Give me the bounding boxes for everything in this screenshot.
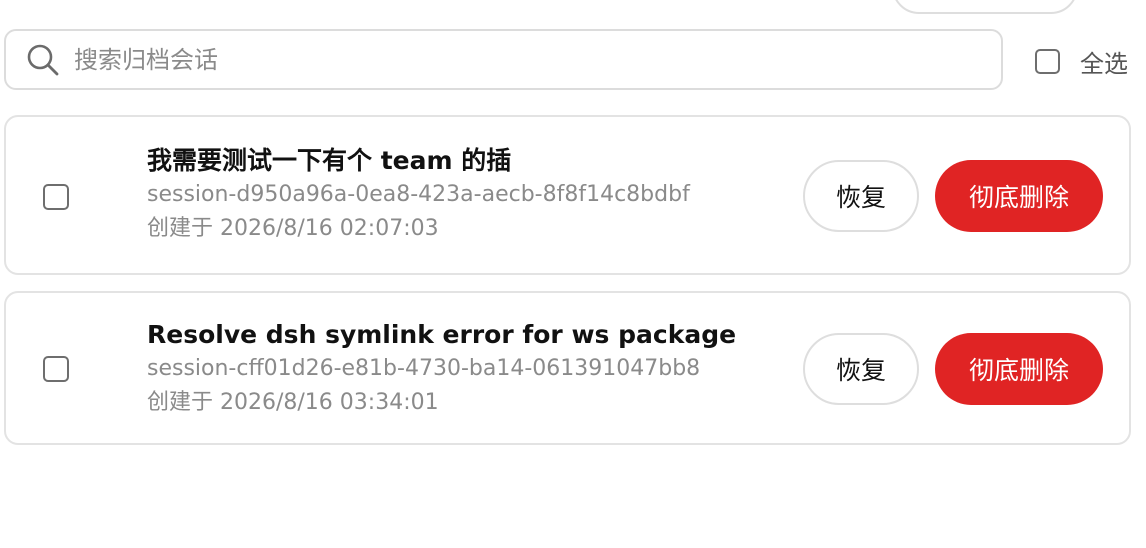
session-title: Resolve dsh symlink error for ws package	[147, 320, 737, 349]
search-input[interactable]	[74, 45, 954, 74]
session-checkbox[interactable]	[43, 184, 69, 210]
search-bar[interactable]	[4, 29, 1003, 90]
delete-permanently-button[interactable]: 彻底删除	[935, 333, 1103, 405]
select-all-checkbox[interactable]	[1035, 49, 1060, 74]
search-icon	[26, 43, 60, 77]
session-info: Resolve dsh symlink error for ws package…	[147, 318, 736, 420]
session-id: session-cff01d26-e81b-4730-ba14-06139104…	[147, 356, 701, 381]
restore-button[interactable]: 恢复	[803, 333, 919, 405]
session-title: 我需要测试一下有个 team 的插	[147, 146, 512, 175]
session-created: 创建于 2026/8/16 02:07:03	[147, 216, 439, 241]
restore-button[interactable]: 恢复	[803, 160, 919, 232]
session-card: Resolve dsh symlink error for ws package…	[4, 291, 1131, 445]
select-all[interactable]: 全选	[1035, 44, 1128, 79]
select-all-label: 全选	[1080, 50, 1128, 78]
top-action-button[interactable]	[892, 0, 1078, 14]
session-checkbox[interactable]	[43, 356, 69, 382]
delete-permanently-button[interactable]: 彻底删除	[935, 160, 1103, 232]
session-id: session-d950a96a-0ea8-423a-aecb-8f8f14c8…	[147, 182, 690, 207]
session-card: 我需要测试一下有个 team 的插 session-d950a96a-0ea8-…	[4, 115, 1131, 275]
session-created: 创建于 2026/8/16 03:34:01	[147, 390, 439, 415]
session-info: 我需要测试一下有个 team 的插 session-d950a96a-0ea8-…	[147, 144, 690, 246]
